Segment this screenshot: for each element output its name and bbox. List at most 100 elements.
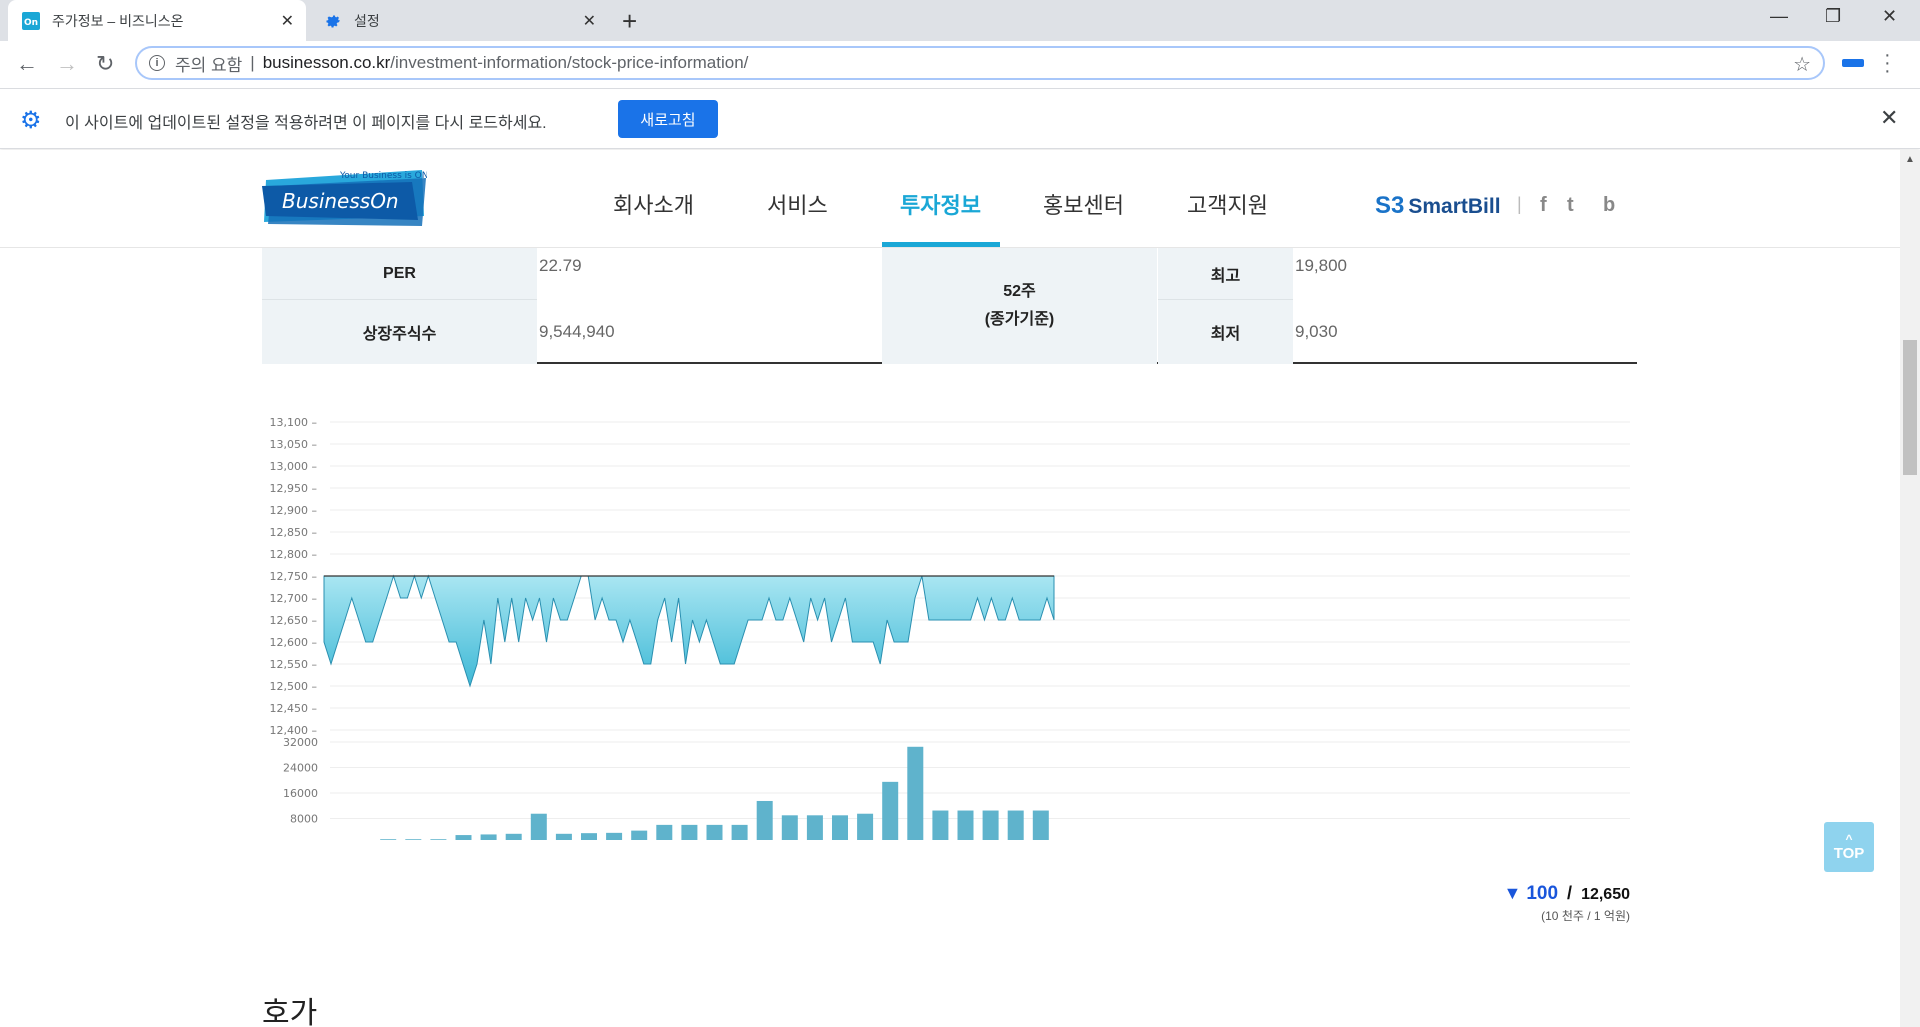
smartbill-logo[interactable]: S3 SmartBill bbox=[1375, 192, 1501, 220]
price-change: 100 bbox=[1526, 883, 1559, 904]
volume-bar bbox=[505, 833, 522, 844]
volume-bar bbox=[982, 810, 999, 844]
svg-text:On: On bbox=[24, 18, 38, 28]
nav-service[interactable]: 서비스 bbox=[767, 188, 828, 220]
blog-icon[interactable]: b bbox=[1603, 194, 1615, 217]
scroll-up-icon[interactable]: ▲ bbox=[1905, 154, 1915, 165]
url-path: /investment-information/stock-price-info… bbox=[390, 53, 749, 72]
twitter-icon[interactable]: t bbox=[1567, 194, 1574, 217]
security-warning: 주의 요함 bbox=[175, 55, 243, 75]
row-divider bbox=[1158, 299, 1293, 300]
reload-button[interactable]: 새로고침 bbox=[618, 100, 718, 138]
menu-icon[interactable]: · · · bbox=[1884, 45, 1891, 81]
forward-icon[interactable]: → bbox=[56, 51, 78, 77]
close-tab-icon[interactable]: ✕ bbox=[281, 11, 294, 31]
intraday-chart: 13,100 – 13,050 – 13,000 – 12,950 – 12,900 –… bbox=[262, 410, 1642, 860]
volume-tick-label: 0 bbox=[311, 838, 318, 840]
section-title-quote: 호가 bbox=[262, 997, 318, 1027]
close-tab-icon[interactable]: ✕ bbox=[583, 11, 596, 31]
gear-icon: ⚙ bbox=[20, 107, 42, 134]
down-arrow-icon: ▼ bbox=[1503, 883, 1522, 903]
low-value: 9,030 bbox=[1295, 322, 1338, 341]
volume-bar bbox=[932, 810, 949, 844]
per-label: PER bbox=[262, 248, 537, 300]
header-divider: | bbox=[1517, 194, 1522, 214]
price-tick-label: 13,000 – bbox=[270, 460, 318, 473]
volume-bar bbox=[1007, 810, 1024, 844]
close-infobar-icon[interactable]: ✕ bbox=[1880, 105, 1898, 131]
nav-investment[interactable]: 투자정보 bbox=[900, 188, 981, 220]
current-price: 12,650 bbox=[1581, 886, 1630, 903]
facebook-icon[interactable]: f bbox=[1540, 194, 1547, 217]
volume-bar bbox=[530, 813, 547, 844]
close-window-icon[interactable]: ✕ bbox=[1882, 6, 1897, 27]
reload-icon[interactable]: ↻ bbox=[96, 51, 114, 77]
logo-text: BusinessOn bbox=[282, 189, 399, 213]
web-page: Your Business is ON BusinessOn 회사소개 서비스 … bbox=[0, 150, 1900, 1027]
scrollbar-thumb[interactable] bbox=[1903, 340, 1917, 475]
tab-settings[interactable]: 설정 ✕ bbox=[310, 0, 608, 41]
volume-tick-label: 24000 bbox=[283, 762, 318, 775]
volume-bar bbox=[631, 830, 648, 844]
settings-gear-icon bbox=[324, 12, 342, 30]
high-label: 최고 bbox=[1158, 248, 1293, 300]
volume-bar bbox=[430, 839, 447, 844]
volume-bar bbox=[706, 824, 723, 844]
volume-bar bbox=[857, 813, 874, 844]
nav-pr-center[interactable]: 홍보센터 bbox=[1043, 188, 1124, 220]
extension-icon[interactable] bbox=[1842, 59, 1864, 67]
price-tick-label: 12,950 – bbox=[270, 482, 318, 495]
maximize-icon[interactable]: ❐ bbox=[1825, 6, 1841, 27]
price-tick-label: 13,100 – bbox=[270, 416, 318, 429]
volume-bar bbox=[581, 833, 597, 844]
nav-support[interactable]: 고객지원 bbox=[1187, 188, 1268, 220]
address-separator: | bbox=[250, 53, 255, 72]
unit-note: (10 천주 / 1 억원) bbox=[1541, 909, 1630, 923]
intraday-chart-svg: 13,100 – 13,050 – 13,000 – 12,950 – 12,900 –… bbox=[270, 416, 1630, 860]
chevron-up-icon: ^ bbox=[1845, 831, 1853, 846]
volume-bar bbox=[555, 833, 572, 844]
price-tick-label: 12,600 – bbox=[270, 636, 318, 649]
volume-bar bbox=[731, 824, 748, 844]
businesson-favicon: On bbox=[22, 11, 40, 30]
volume-bar bbox=[756, 800, 773, 844]
tab-title: 설정 bbox=[354, 12, 380, 29]
price-tick-label: 12,700 – bbox=[270, 592, 318, 605]
page-scrollbar[interactable]: ▲ bbox=[1900, 150, 1920, 1027]
bookmark-star-icon[interactable]: ☆ bbox=[1793, 52, 1811, 77]
nav-company[interactable]: 회사소개 bbox=[613, 188, 694, 220]
back-icon[interactable]: ← bbox=[16, 51, 38, 77]
volume-bar bbox=[480, 834, 497, 844]
volume-bar bbox=[957, 810, 974, 844]
tab-stock-price[interactable]: On 주가정보 – 비즈니스온 ✕ bbox=[8, 0, 306, 41]
reload-infobar: ⚙ 이 사이트에 업데이트된 설정을 적용하려면 이 페이지를 다시 로드하세요… bbox=[0, 89, 1920, 149]
shares-label: 상장주식수 bbox=[262, 300, 537, 364]
url-host: businesson.co.kr bbox=[262, 53, 391, 72]
volume-bar bbox=[806, 815, 823, 844]
volume-bar bbox=[1032, 810, 1049, 844]
price-tick-label: 12,550 – bbox=[270, 658, 318, 671]
volume-bar bbox=[781, 815, 798, 844]
logo-tagline: Your Business is ON bbox=[339, 171, 427, 181]
businesson-logo[interactable]: Your Business is ON BusinessOn bbox=[262, 166, 429, 230]
high-value: 19,800 bbox=[1295, 256, 1347, 275]
new-tab-icon[interactable]: + bbox=[622, 6, 637, 37]
volume-bar bbox=[907, 746, 924, 844]
price-summary: ▼ 100 / 12,650 (10 천주 / 1 억원) bbox=[1500, 883, 1630, 924]
nav-active-underline bbox=[882, 242, 1000, 247]
stock-info-table: PER 22.79 상장주식수 9,544,940 52주 (종가기준) 최고 … bbox=[262, 248, 1637, 364]
price-tick-label: 12,900 – bbox=[270, 504, 318, 517]
price-area-series bbox=[323, 574, 1055, 688]
url-text[interactable]: businesson.co.kr/investment-information/… bbox=[263, 53, 749, 73]
infobar-message: 이 사이트에 업데이트된 설정을 적용하려면 이 페이지를 다시 로드하세요. bbox=[65, 115, 547, 132]
price-tick-label: 12,650 – bbox=[270, 614, 318, 627]
volume-tick-label: 8000 bbox=[290, 813, 318, 826]
tab-title: 주가정보 – 비즈니스온 bbox=[52, 12, 184, 29]
minimize-icon[interactable]: — bbox=[1770, 6, 1788, 27]
scroll-to-top-button[interactable]: ^ TOP bbox=[1824, 822, 1874, 872]
price-tick-label: 12,850 – bbox=[270, 526, 318, 539]
summary-slash: / bbox=[1567, 883, 1573, 903]
volume-bar bbox=[882, 781, 899, 844]
info-icon[interactable]: i bbox=[149, 55, 165, 71]
address-bar[interactable]: i 주의 요함 | businesson.co.kr/investment-in… bbox=[135, 46, 1825, 80]
